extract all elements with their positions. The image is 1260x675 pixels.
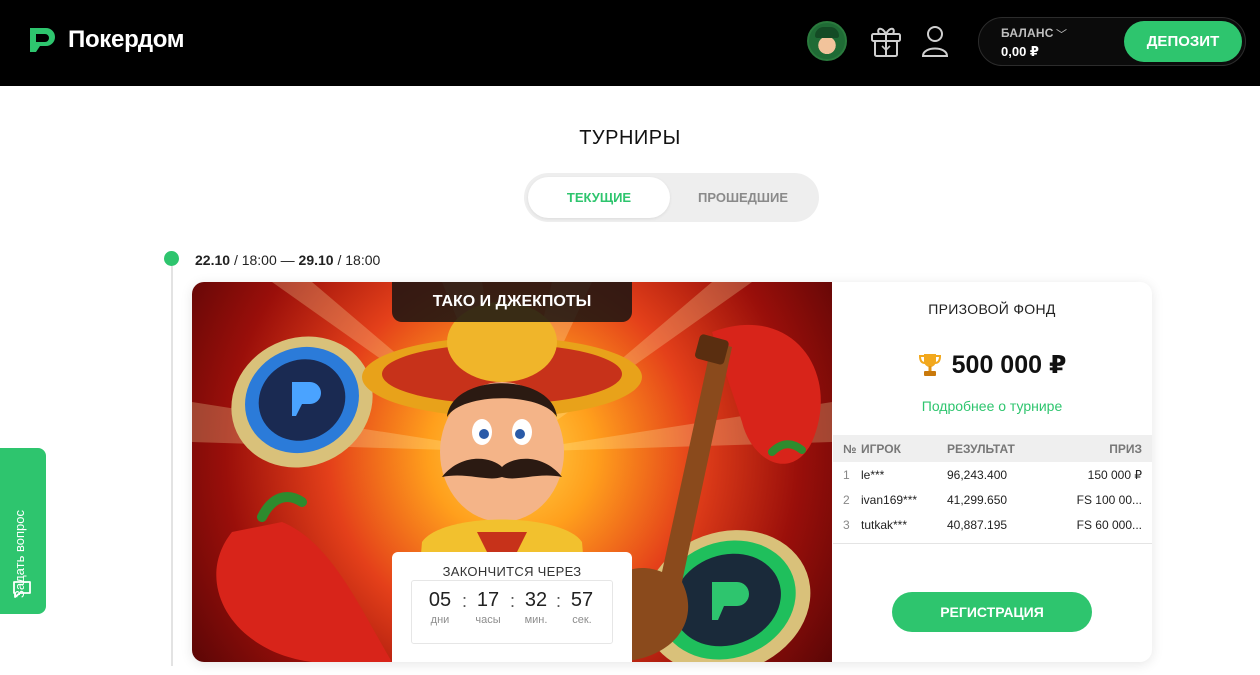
date-end: 29.10: [298, 252, 334, 268]
table-header: № ИГРОК РЕЗУЛЬТАТ ПРИЗ: [833, 435, 1152, 462]
table-row: 2 ivan169*** 41,299.650 FS 100 00...: [833, 487, 1152, 512]
row-number: 1: [843, 467, 850, 482]
timeline-line: [171, 266, 173, 666]
top-header: Покердом БАЛАНС ﹀ 0,00 ₽ ДЕПОЗИТ: [0, 0, 1260, 86]
leaderboard-table: № ИГРОК РЕЗУЛЬТАТ ПРИЗ 1 le*** 96,243.40…: [833, 435, 1152, 537]
time-start: 18:00: [241, 252, 277, 268]
row-result: 96,243.400: [947, 467, 1008, 482]
timeline-dot: [164, 251, 179, 266]
date-sep: /: [233, 252, 242, 268]
prize-fund-label: ПРИЗОВОЙ ФОНД: [928, 301, 1056, 317]
row-result: 41,299.650: [947, 492, 1008, 507]
countdown-days: 05 дни: [422, 589, 458, 626]
balance-value: 0,00 ₽: [1001, 44, 1039, 59]
countdown-hours-value: 17: [476, 589, 500, 611]
countdown-seconds-value: 57: [570, 589, 594, 611]
ask-question-tab[interactable]: Задать вопрос: [0, 448, 46, 614]
row-result: 40,887.195: [947, 517, 1008, 532]
col-prize-header: ПРИЗ: [1109, 441, 1142, 456]
countdown-minutes: 32 мин.: [518, 589, 554, 626]
tab-current[interactable]: ТЕКУЩИЕ: [528, 177, 670, 218]
avatar[interactable]: [807, 21, 847, 61]
countdown-timer: 05 дни : 17 часы : 32 мин. : 57 сек.: [411, 580, 613, 644]
table-row: 1 le*** 96,243.400 150 000 ₽: [833, 462, 1152, 487]
countdown-seconds: 57 сек.: [564, 589, 600, 626]
countdown-separator: :: [510, 591, 516, 611]
register-button[interactable]: РЕГИСТРАЦИЯ: [892, 592, 1092, 632]
prize-fund-value: 500 000 ₽: [951, 351, 1067, 379]
countdown-minutes-value: 32: [524, 589, 548, 611]
row-player: ivan169***: [861, 492, 918, 507]
pokerdom-logo-icon: [30, 28, 55, 52]
col-result-header: РЕЗУЛЬТАТ: [947, 441, 1015, 456]
tournament-banner[interactable]: ТАКО И ДЖЕКПОТЫ ЗАКОНЧИТСЯ ЧЕРЕЗ 05 дни …: [192, 282, 832, 662]
col-player-header: ИГРОК: [861, 441, 901, 456]
gift-icon[interactable]: [869, 22, 903, 60]
tournament-card: ТАКО И ДЖЕКПОТЫ ЗАКОНЧИТСЯ ЧЕРЕЗ 05 дни …: [192, 282, 1152, 662]
table-divider: [833, 543, 1152, 544]
logo-text: Покердом: [68, 26, 185, 53]
countdown-hours-unit: часы: [475, 614, 501, 626]
countdown-days-value: 05: [428, 589, 452, 611]
row-number: 3: [843, 517, 850, 532]
table-row: 3 tutkak*** 40,887.195 FS 60 000...: [833, 512, 1152, 537]
chat-bubble-icon: [13, 581, 31, 598]
countdown-hours: 17 часы: [470, 589, 506, 626]
chevron-down-icon[interactable]: ﹀: [1056, 26, 1067, 42]
date-dash: —: [280, 252, 299, 268]
page-title: ТУРНИРЫ: [579, 127, 681, 149]
chili-pepper-left-icon: [216, 492, 392, 662]
countdown-separator: :: [462, 591, 468, 611]
logo[interactable]: Покердом: [26, 24, 185, 56]
tournament-tabs: ТЕКУЩИЕ ПРОШЕДШИЕ: [524, 173, 819, 222]
countdown-minutes-unit: мин.: [524, 614, 548, 626]
time-end: 18:00: [345, 252, 381, 268]
countdown-days-unit: дни: [430, 614, 450, 626]
row-player: le***: [861, 467, 885, 482]
countdown-label: ЗАКОНЧИТСЯ ЧЕРЕЗ: [442, 564, 582, 579]
trophy-icon: [918, 354, 941, 376]
prize-fund: 500 000 ₽: [832, 350, 1152, 380]
countdown-separator: :: [556, 591, 562, 611]
tournament-name: ТАКО И ДЖЕКПОТЫ: [392, 282, 632, 322]
row-prize: FS 60 000...: [1076, 517, 1142, 532]
row-prize: FS 100 00...: [1076, 492, 1142, 507]
col-number-header: №: [843, 441, 857, 456]
row-number: 2: [843, 492, 850, 507]
tournament-details-link[interactable]: Подробнее о турнире: [832, 398, 1152, 414]
countdown-panel: ЗАКОНЧИТСЯ ЧЕРЕЗ 05 дни : 17 часы : 32 м…: [392, 552, 632, 662]
deposit-button[interactable]: ДЕПОЗИТ: [1124, 21, 1242, 62]
user-profile-icon[interactable]: [918, 22, 952, 60]
balance-widget: БАЛАНС ﹀ 0,00 ₽ ДЕПОЗИТ: [978, 17, 1246, 66]
balance-label[interactable]: БАЛАНС: [1001, 26, 1054, 40]
row-player: tutkak***: [861, 517, 908, 532]
tournament-dates: 22.10 / 18:00 — 29.10 / 18:00: [195, 252, 380, 268]
tab-past[interactable]: ПРОШЕДШИЕ: [672, 177, 814, 218]
date-start: 22.10: [195, 252, 231, 268]
countdown-seconds-unit: сек.: [572, 614, 592, 626]
row-prize: 150 000 ₽: [1087, 467, 1142, 482]
